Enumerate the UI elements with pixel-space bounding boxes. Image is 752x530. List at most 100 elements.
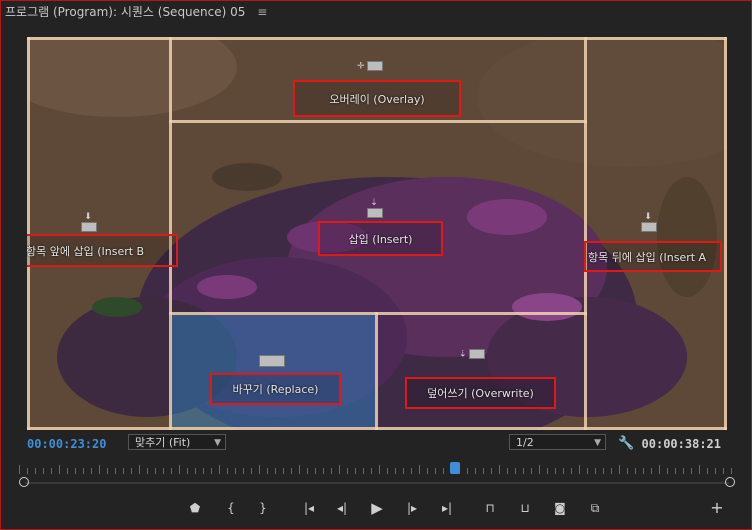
- ruler-tick: [283, 468, 284, 474]
- replace-zone-label[interactable]: 바꾸기 (Replace): [210, 373, 341, 405]
- ruler-tick: [651, 468, 652, 474]
- ruler-tick: [539, 465, 540, 474]
- ruler-tick: [611, 468, 612, 474]
- step-back-icon[interactable]: ◂|: [331, 498, 353, 518]
- ruler-tick: [491, 468, 492, 474]
- overwrite-zone-label[interactable]: 덮어쓰기 (Overwrite): [405, 377, 556, 409]
- ruler-tick: [35, 468, 36, 474]
- export-frame-icon[interactable]: ◙: [549, 498, 571, 518]
- ruler-tick: [411, 468, 412, 474]
- ruler-tick: [547, 468, 548, 474]
- extract-icon[interactable]: ⊔: [514, 498, 536, 518]
- zone-divider-bottom-mid: [375, 312, 378, 430]
- ruler-tick: [195, 468, 196, 474]
- ruler-tick: [523, 468, 524, 474]
- ruler-tick: [211, 468, 212, 474]
- insert-after-zone-label[interactable]: 항목 뒤에 삽입 (Insert A: [584, 241, 722, 272]
- ruler-tick: [131, 468, 132, 474]
- zone-border-top: [27, 37, 727, 40]
- ruler-tick: [91, 468, 92, 474]
- ruler-tick: [291, 468, 292, 474]
- ruler-tick: [635, 468, 636, 474]
- ruler-tick: [139, 465, 140, 474]
- ruler-tick: [59, 465, 60, 474]
- go-to-out-icon[interactable]: ▸|: [436, 498, 458, 518]
- step-forward-icon[interactable]: |▸: [401, 498, 423, 518]
- ruler-tick: [627, 468, 628, 474]
- panel-title: 프로그램 (Program): 시퀀스 (Sequence) 05: [5, 5, 246, 19]
- ruler-tick: [723, 468, 724, 474]
- ruler-tick: [123, 468, 124, 474]
- hamburger-menu-icon[interactable]: ≡: [257, 5, 267, 19]
- ruler-tick: [507, 468, 508, 474]
- ruler-tick: [443, 468, 444, 474]
- scroll-handle-left[interactable]: [19, 477, 29, 487]
- ruler-tick: [315, 468, 316, 474]
- current-timecode[interactable]: 00:00:23:20: [27, 437, 106, 451]
- replace-zone-highlight[interactable]: [171, 315, 375, 428]
- zoom-level-select[interactable]: 맞추기 (Fit) ▼: [128, 434, 226, 450]
- zone-divider-bottom: [169, 312, 587, 315]
- comparison-view-icon[interactable]: ⧉: [584, 498, 606, 518]
- zone-divider-right: [584, 37, 587, 430]
- overwrite-drop-icon: ⇣: [459, 349, 485, 360]
- mark-in-icon[interactable]: {: [220, 498, 242, 518]
- ruler-tick: [299, 465, 300, 474]
- monitor-controls-row: 00:00:23:20 맞추기 (Fit) ▼ 1/2 ▼ 🔧 00:00:38…: [1, 434, 752, 454]
- ruler-tick: [75, 468, 76, 474]
- go-to-in-icon[interactable]: |◂: [298, 498, 320, 518]
- ruler-tick: [683, 468, 684, 474]
- play-icon[interactable]: ▶: [366, 498, 388, 518]
- ruler-tick: [387, 468, 388, 474]
- transport-controls: ⬟ { } |◂ ◂| ▶ |▸ ▸| ⊓ ⊔ ◙ ⧉ +: [1, 498, 752, 518]
- playback-resolution-value: 1/2: [516, 436, 534, 449]
- ruler-tick: [307, 468, 308, 474]
- ruler-tick: [579, 465, 580, 474]
- ruler-tick: [259, 465, 260, 474]
- insert-before-zone-label[interactable]: 항목 앞에 삽입 (Insert B: [27, 234, 178, 267]
- insert-after-drop-icon: ⬇: [639, 213, 657, 233]
- ruler-tick: [563, 468, 564, 474]
- scroll-handle-right[interactable]: [725, 477, 735, 487]
- ruler-tick: [51, 468, 52, 474]
- ruler-tick: [531, 468, 532, 474]
- replace-drop-icon: [257, 355, 285, 367]
- ruler-tick: [667, 468, 668, 474]
- wrench-settings-icon[interactable]: 🔧: [618, 436, 634, 451]
- ruler-tick: [227, 468, 228, 474]
- ruler-tick: [619, 465, 620, 474]
- playback-resolution-select[interactable]: 1/2 ▼: [509, 434, 606, 450]
- ruler-tick: [203, 468, 204, 474]
- insert-before-drop-icon: ⬇: [79, 213, 97, 233]
- time-ruler[interactable]: [19, 462, 733, 474]
- overlay-zone-label[interactable]: 오버레이 (Overlay): [293, 80, 461, 117]
- ruler-tick: [371, 468, 372, 474]
- ruler-tick: [155, 468, 156, 474]
- chevron-down-icon: ▼: [214, 438, 221, 448]
- ruler-tick: [179, 465, 180, 474]
- ruler-tick: [571, 468, 572, 474]
- panel-title-bar[interactable]: 프로그램 (Program): 시퀀스 (Sequence) 05 ≡: [5, 3, 267, 21]
- zoom-scroll-bar[interactable]: [19, 477, 735, 489]
- ruler-tick: [243, 468, 244, 474]
- ruler-tick: [467, 468, 468, 474]
- playhead[interactable]: [450, 462, 460, 474]
- ruler-tick: [419, 465, 420, 474]
- program-monitor-viewer[interactable]: ✛ ⇣ ⬇ ⬇ ⇣ 오버레이 (Overlay) 삽입 (Insert) 항목 …: [27, 37, 727, 430]
- ruler-tick: [731, 468, 732, 474]
- duration-timecode: 00:00:38:21: [641, 437, 721, 451]
- mark-out-icon[interactable]: }: [252, 498, 274, 518]
- chevron-down-icon: ▼: [594, 438, 601, 448]
- ruler-tick: [323, 468, 324, 474]
- add-marker-icon[interactable]: ⬟: [184, 498, 206, 518]
- ruler-tick: [715, 468, 716, 474]
- button-editor-icon[interactable]: +: [706, 498, 728, 518]
- lift-icon[interactable]: ⊓: [479, 498, 501, 518]
- ruler-tick: [187, 468, 188, 474]
- ruler-tick: [427, 468, 428, 474]
- ruler-tick: [587, 468, 588, 474]
- ruler-tick: [515, 468, 516, 474]
- ruler-tick: [403, 468, 404, 474]
- insert-zone-label[interactable]: 삽입 (Insert): [318, 221, 443, 256]
- ruler-tick: [499, 465, 500, 474]
